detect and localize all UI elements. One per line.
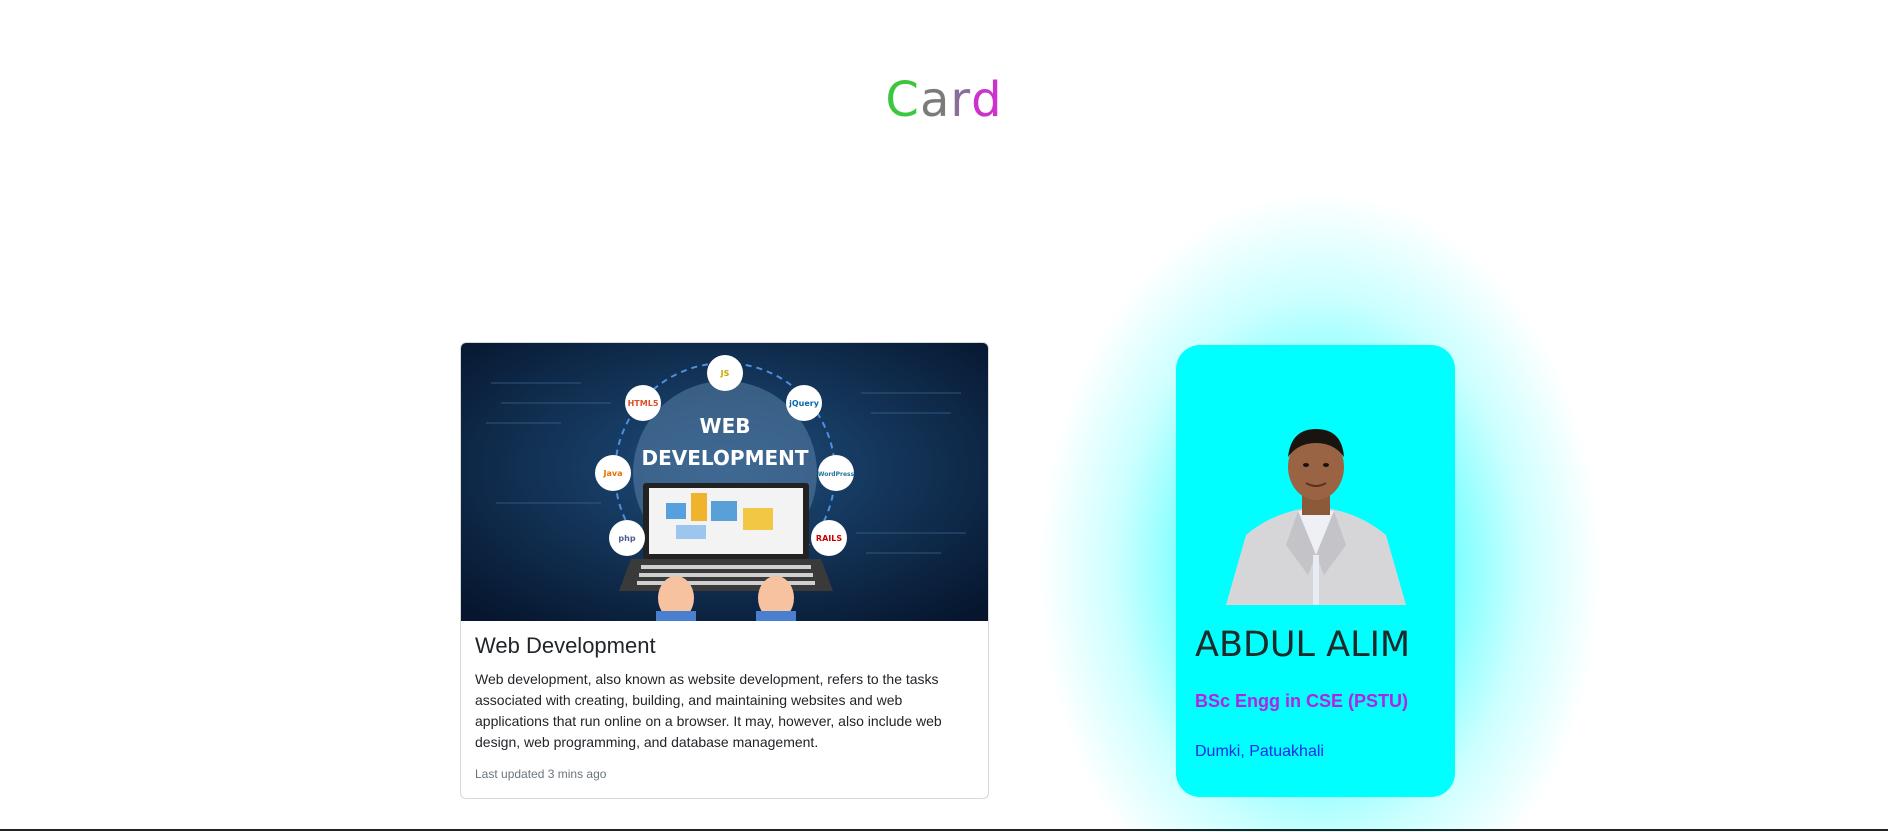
profile-card: ABDUL ALIM BSc Engg in CSE (PSTU) Dumki,…: [1176, 345, 1455, 797]
jquery-icon: jQuery: [788, 399, 820, 408]
profile-photo: [1226, 429, 1406, 605]
card-text: Web development, also known as website d…: [475, 671, 942, 750]
php-icon: php: [618, 534, 635, 543]
wordpress-icon: WordPress: [818, 471, 855, 478]
web-development-image: WEB DEVELOPMENT JS HTML5 jQuery Java Wor…: [461, 343, 988, 621]
rails-icon: RAILS: [816, 534, 842, 543]
bottom-divider: [0, 829, 1888, 831]
title-letter-r: r: [950, 72, 972, 129]
js-icon: JS: [720, 369, 730, 378]
html5-icon: HTML5: [628, 399, 659, 408]
page-title: Card: [0, 72, 1888, 128]
image-heading-line2: DEVELOPMENT: [641, 446, 808, 470]
title-letter-c: C: [885, 72, 920, 129]
profile-name: ABDUL ALIM: [1195, 625, 1411, 665]
java-icon: Java: [603, 469, 623, 478]
last-updated-text: Last updated 3 mins ago: [475, 767, 607, 781]
profile-degree: BSc Engg in CSE (PSTU): [1195, 691, 1409, 711]
card-title: Web Development: [475, 633, 656, 658]
profile-location: Dumki, Patuakhali: [1195, 743, 1324, 760]
web-development-card: WEB DEVELOPMENT JS HTML5 jQuery Java Wor…: [460, 342, 989, 799]
image-heading-line1: WEB: [700, 414, 751, 438]
card-body: Web Development Web development, also kn…: [475, 633, 975, 753]
title-letter-a: a: [919, 72, 951, 129]
title-letter-d: d: [971, 72, 1003, 129]
